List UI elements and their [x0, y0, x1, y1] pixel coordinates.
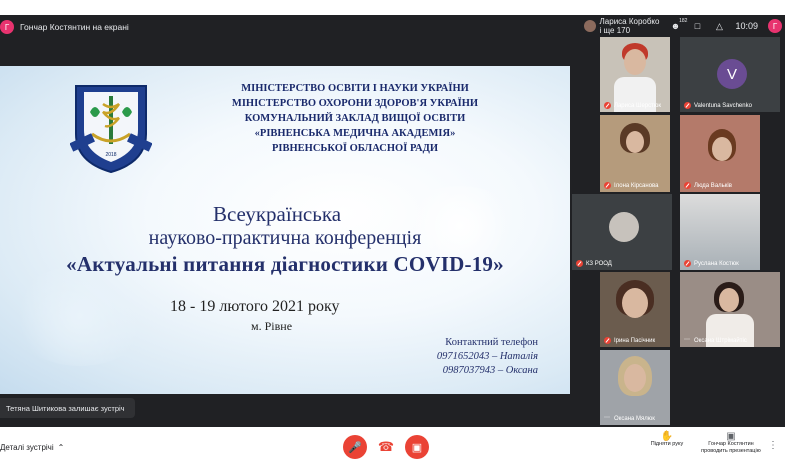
header-line-3: КОМУНАЛЬНИЙ ЗАКЛАД ВИЩОЇ ОСВІТИ	[244, 113, 466, 124]
slide-title-line-1: Всеукраїнська	[212, 202, 342, 226]
participant-tile[interactable]: Ілона Кірсанова	[600, 115, 670, 192]
mic-off-icon	[684, 260, 691, 267]
slide-title-line-3: «Актуальні питання діагностики COVID-19»	[66, 252, 504, 276]
participant-name: Valentuna Savchenko	[694, 102, 752, 109]
top-right-controls: Лариса Коробко і ще 170 ☻ 182 □ △ 10:09 Г	[583, 15, 782, 37]
participant-name-tag: ⋯ Оксана Мялюк	[604, 415, 655, 422]
participant-tile[interactable]: Руслана Костюк	[680, 194, 760, 270]
slide-title-line-2: науково-практична конференція	[148, 227, 422, 249]
chevron-up-icon: ⌃	[57, 443, 65, 452]
chat-icon[interactable]: □	[691, 20, 703, 32]
pinned-user-more: і ще 170	[599, 26, 631, 35]
crest-year: 2018	[105, 152, 116, 158]
more-options-icon[interactable]: ⋮	[768, 440, 778, 451]
present-screen-icon: ▣	[726, 431, 736, 442]
participant-name-tag: КЗ РООД	[576, 260, 612, 267]
meeting-details-button[interactable]: Деталі зустрічі ⌃	[0, 443, 64, 452]
participant-name-tag: Руслана Костюк	[684, 260, 739, 267]
self-avatar[interactable]: Г	[768, 19, 782, 33]
participant-name: Оксана Штрімайтіс	[694, 337, 747, 344]
participant-name-tag: Лариса Шерстюк	[604, 102, 661, 109]
mic-off-icon	[576, 260, 583, 267]
hang-up-icon: ☎	[377, 439, 395, 454]
activities-icon[interactable]: △	[713, 20, 725, 32]
conference-dates: 18 - 19 лютого 2021 року	[170, 298, 340, 315]
hand-icon: ✋	[660, 431, 674, 442]
conference-city: м. Рівне	[251, 319, 293, 333]
raise-hand-button[interactable]: ✋ Підняти руку	[645, 431, 689, 448]
mic-off-icon	[684, 102, 691, 109]
header-line-5: РІВНЕНСЬКОЇ ОБЛАСНОЇ РАДИ	[271, 143, 438, 154]
people-count: 182	[679, 18, 688, 24]
participant-tile[interactable]: ⋯ Оксана Мялюк	[600, 350, 670, 425]
participant-tile[interactable]: Люда Вальків	[680, 115, 760, 192]
participant-name: Руслана Костюк	[694, 260, 739, 267]
header-line-4: «РІВНЕНСЬКА МЕДИЧНА АКАДЕМІЯ»	[254, 128, 456, 139]
pinned-user-name: Лариса Коробко	[599, 17, 660, 26]
camera-off-icon: ▣	[411, 441, 423, 454]
participant-avatar: V	[717, 59, 747, 89]
participant-name-tag: Ілона Кірсанова	[604, 182, 659, 189]
camera-toggle-button[interactable]: ▣	[405, 435, 429, 459]
people-icon[interactable]: ☻ 182	[669, 18, 688, 32]
mic-off-icon: 🎤	[348, 441, 362, 454]
leave-notification: Тетяна Шитикова залишає зустріч	[0, 398, 135, 418]
meeting-details-label: Деталі зустрічі	[0, 443, 54, 452]
participant-tile[interactable]: V Valentuna Savchenko	[680, 37, 780, 112]
participant-video	[680, 194, 760, 270]
raise-hand-label: Підняти руку	[650, 441, 684, 447]
slide-decoration	[10, 266, 150, 366]
contact-block: Контактний телефон 0971652043 – Наталія …	[437, 336, 538, 378]
participant-name-tag: ⋯ Оксана Штрімайтіс	[684, 337, 747, 344]
participant-name: КЗ РООД	[586, 260, 612, 267]
mic-off-icon	[604, 102, 611, 109]
participant-name: Лариса Шерстюк	[614, 102, 662, 109]
participant-name-tag: Ірина Пасічник	[604, 337, 655, 344]
mic-off-icon	[684, 182, 691, 189]
mic-on-icon: ⋯	[684, 337, 690, 343]
participant-face	[622, 288, 648, 318]
presenter-text: Гончар Костянтин на екрані	[20, 22, 129, 32]
participant-face	[719, 288, 739, 312]
participant-tile[interactable]: Лариса Шерстюк	[600, 37, 670, 112]
participant-name: Ілона Кірсанова	[614, 182, 659, 189]
present-label-line2: проводить презентацію	[701, 448, 761, 454]
presentation-slide: 2018 МІНІСТЕРСТВО ОСВІТИ І НАУКИ УКРАЇНИ…	[0, 66, 570, 394]
pinned-user[interactable]: Лариса Коробко і ще 170	[583, 17, 660, 35]
participant-face	[624, 49, 646, 75]
contact-heading: Контактний телефон	[445, 337, 538, 348]
present-label-line1: Гончар Костянтин	[708, 441, 754, 447]
microphone-toggle-button[interactable]: 🎤	[343, 435, 367, 459]
participant-name: Люда Вальків	[694, 182, 732, 189]
participant-face	[626, 131, 644, 153]
participant-face	[712, 137, 732, 161]
participant-face	[624, 364, 646, 392]
header-line-2: МІНІСТЕРСТВО ОХОРОНИ ЗДОРОВ'Я УКРАЇНИ	[231, 98, 479, 109]
clock: 10:09	[735, 21, 758, 31]
academy-crest-logo: 2018	[70, 85, 152, 174]
presenter-indicator: Г Гончар Костянтин на екрані	[0, 17, 129, 37]
header-line-1: МІНІСТЕРСТВО ОСВІТИ І НАУКИ УКРАЇНИ	[241, 83, 469, 94]
participant-tile[interactable]: КЗ РООД	[572, 194, 672, 270]
participant-name: Ірина Пасічник	[614, 337, 656, 344]
contact-phone-1: 0971652043 – Наталія	[436, 351, 538, 362]
pinned-user-avatar	[583, 20, 596, 32]
mic-on-icon: ⋯	[604, 415, 610, 421]
participant-avatar	[609, 212, 639, 242]
presenter-avatar: Г	[0, 20, 14, 34]
participant-name: Оксана Мялюк	[614, 415, 655, 422]
participant-name-tag: Люда Вальків	[684, 182, 732, 189]
contact-phone-2: 0987037943 – Оксана	[442, 365, 538, 376]
participant-tile[interactable]: Ірина Пасічник	[600, 272, 670, 347]
mic-off-icon	[604, 337, 611, 344]
leave-call-button[interactable]: ☎	[374, 435, 398, 459]
presentation-button[interactable]: ▣ Гончар Костянтин проводить презентацію	[700, 431, 762, 455]
mic-off-icon	[604, 182, 611, 189]
participant-name-tag: Valentuna Savchenko	[684, 102, 752, 109]
participant-tile[interactable]: ⋯ Оксана Штрімайтіс	[680, 272, 780, 347]
